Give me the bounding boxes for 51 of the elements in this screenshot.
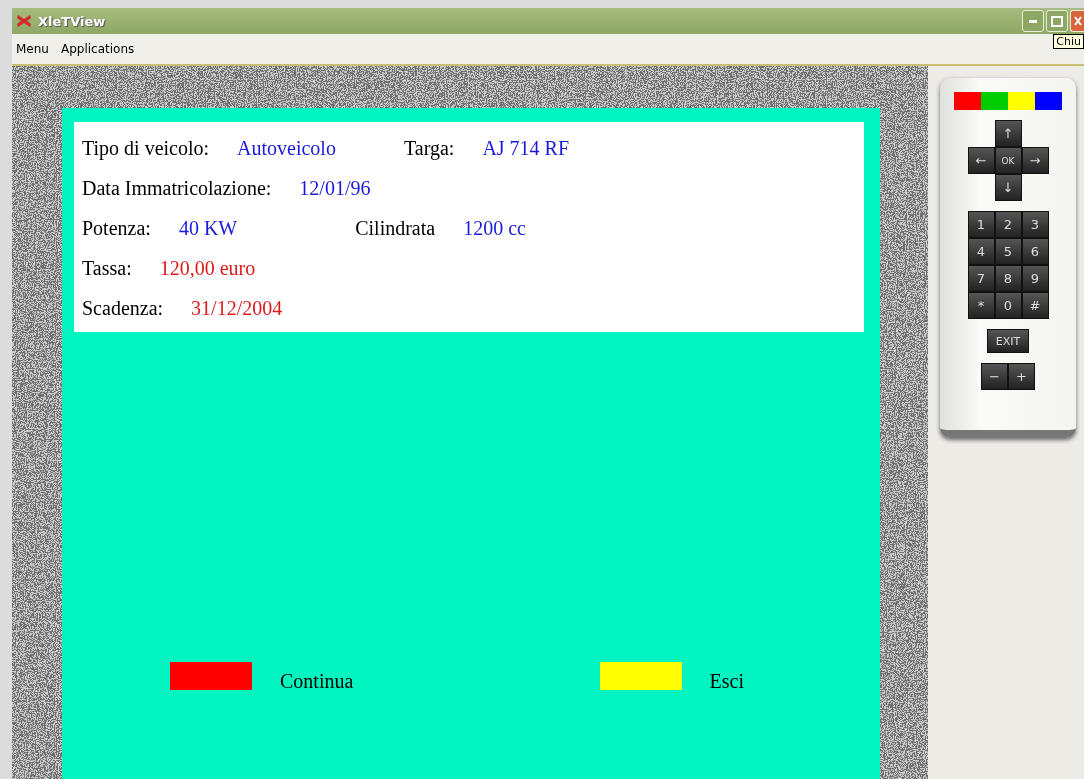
window-title: XleTView	[38, 13, 106, 29]
number-key[interactable]: 4	[967, 238, 995, 265]
field-value: 120,00 euro	[159, 256, 256, 280]
color-key[interactable]	[1008, 92, 1035, 110]
field-label: Scadenza:	[82, 296, 164, 320]
tooltip: Chiu	[1053, 34, 1084, 49]
number-key[interactable]: 6	[1021, 238, 1049, 265]
field-label: Data Immatricolazione:	[82, 176, 272, 200]
number-key[interactable]: #	[1021, 292, 1049, 319]
number-key[interactable]: 3	[1021, 211, 1049, 238]
field-label: Tipo di veicolo:	[82, 136, 210, 160]
close-icon	[1073, 16, 1082, 26]
ok-key[interactable]: OK	[994, 147, 1022, 174]
number-key[interactable]: *	[967, 292, 995, 319]
number-key[interactable]: 9	[1021, 265, 1049, 292]
close-button[interactable]	[1070, 10, 1084, 32]
action-label: Continua	[280, 670, 354, 693]
number-key[interactable]: 5	[994, 238, 1022, 265]
left-key[interactable]: ←	[967, 147, 995, 174]
color-key[interactable]	[954, 92, 981, 110]
up-key[interactable]: ↑	[994, 120, 1022, 147]
maximize-button[interactable]	[1046, 10, 1068, 32]
minimize-icon	[1029, 19, 1037, 23]
number-key[interactable]: 7	[967, 265, 995, 292]
color-key[interactable]	[1035, 92, 1062, 110]
app-icon	[16, 14, 32, 28]
number-key[interactable]: 8	[994, 265, 1022, 292]
field-value: 1200 cc	[463, 216, 526, 240]
exit-key[interactable]: EXIT	[987, 329, 1029, 353]
down-key[interactable]: ↓	[994, 174, 1022, 201]
number-key[interactable]: 0	[994, 292, 1022, 319]
number-key[interactable]: 2	[994, 211, 1022, 238]
color-key[interactable]	[981, 92, 1008, 110]
volume-key[interactable]: −	[981, 363, 1008, 390]
field-value: AJ 714 RF	[482, 136, 570, 160]
field-value: 12/01/96	[299, 176, 371, 200]
minimize-button[interactable]	[1022, 10, 1044, 32]
field-value: 40 KW	[178, 216, 238, 240]
maximize-icon	[1051, 15, 1063, 27]
volume-key[interactable]: +	[1008, 363, 1035, 390]
menu-item[interactable]: Applications	[60, 42, 135, 56]
field-label: Cilindrata	[355, 216, 436, 240]
right-key[interactable]: →	[1021, 147, 1049, 174]
field-label: Potenza:	[82, 216, 151, 240]
field-label: Targa:	[403, 136, 455, 160]
number-key[interactable]: 1	[967, 211, 995, 238]
menu-item[interactable]: Menu	[16, 42, 49, 56]
field-label: Tassa:	[82, 256, 132, 280]
field-value: 31/12/2004	[191, 296, 283, 320]
action-label: Esci	[709, 670, 744, 693]
field-value: Autoveicolo	[237, 136, 336, 160]
